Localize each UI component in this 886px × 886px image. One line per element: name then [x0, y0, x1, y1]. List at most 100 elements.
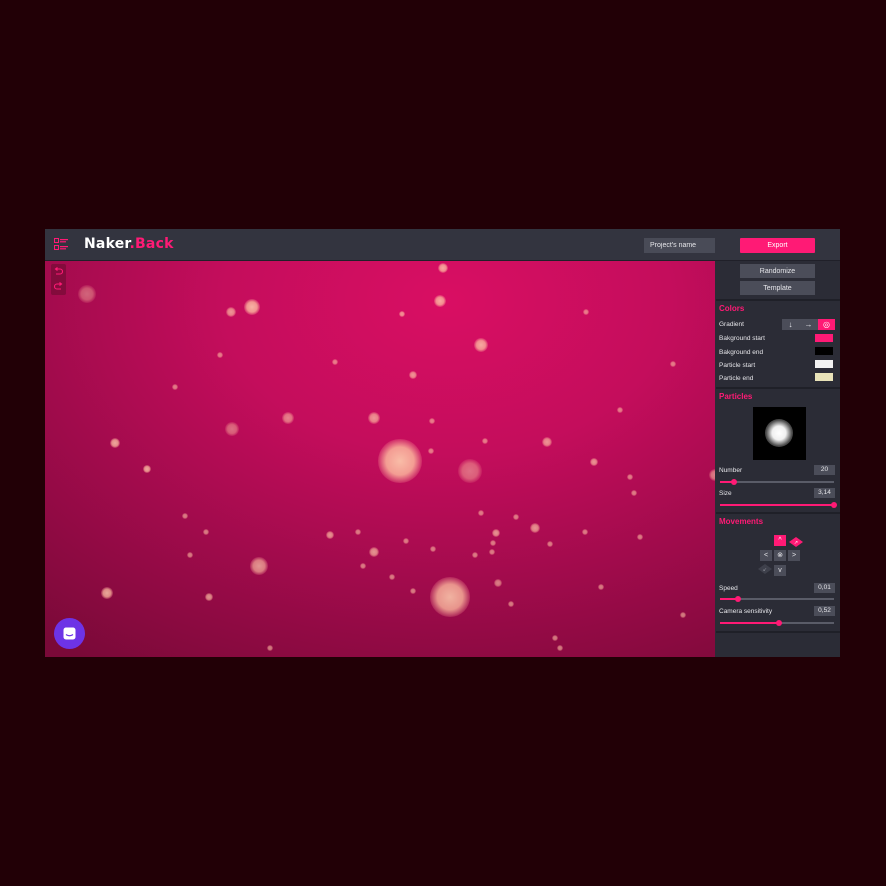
bokeh-particle [203, 529, 209, 535]
number-slider[interactable] [720, 479, 834, 485]
colors-section-title: Colors [719, 304, 745, 313]
section-divider [716, 299, 840, 301]
particle-texture-preview[interactable] [753, 407, 806, 460]
bokeh-particle [250, 557, 268, 575]
bokeh-particle [429, 418, 435, 424]
bokeh-particle [557, 645, 563, 651]
camera-sensitivity-value[interactable]: 0,52 [814, 606, 835, 616]
speed-value[interactable]: 0,01 [814, 583, 835, 593]
size-value[interactable]: 3,14 [814, 488, 835, 498]
section-divider [716, 512, 840, 514]
speed-slider[interactable] [720, 596, 834, 602]
move-left-button[interactable]: < [760, 550, 772, 561]
undo-icon[interactable] [54, 267, 63, 278]
top-bar: Naker.Back Export [45, 229, 840, 261]
bokeh-particle [205, 593, 213, 601]
particle-start-label: Particle start [719, 362, 756, 369]
camera-sensitivity-slider-thumb[interactable] [776, 620, 783, 626]
particle-start-swatch[interactable] [815, 360, 833, 368]
bokeh-particle [410, 588, 416, 594]
export-button[interactable]: Export [740, 238, 815, 253]
move-center-button[interactable]: ⊗ [774, 550, 786, 561]
project-name-input[interactable] [644, 238, 715, 253]
bokeh-particle [226, 307, 236, 317]
section-divider [716, 387, 840, 389]
particle-end-label: Particle end [719, 375, 754, 382]
diagonal-down-left-icon[interactable]: ↙ [757, 563, 773, 575]
preview-canvas[interactable] [45, 261, 715, 657]
camera-sensitivity-slider[interactable] [720, 620, 834, 626]
size-slider-thumb[interactable] [831, 502, 837, 508]
svg-text:↙: ↙ [763, 567, 767, 573]
bokeh-particle [513, 514, 519, 520]
camera-sensitivity-label: Camera sensitivity [719, 608, 773, 615]
bokeh-particle [582, 529, 588, 535]
background-end-swatch[interactable] [815, 347, 833, 355]
settings-panel: Randomize Template Colors Gradient ↓ → ◎… [716, 261, 840, 657]
bokeh-particle [403, 538, 409, 544]
bokeh-particle [472, 552, 478, 558]
bokeh-particle [368, 412, 380, 424]
background-end-label: Bakground end [719, 349, 764, 356]
bokeh-particle [430, 577, 470, 617]
bokeh-particle [217, 352, 223, 358]
background-start-label: Bakground start [719, 335, 765, 342]
bokeh-particle [282, 412, 294, 424]
bokeh-particle [326, 531, 334, 539]
logo-main: Naker [84, 236, 130, 252]
bokeh-particle [670, 361, 676, 367]
size-slider[interactable] [720, 502, 837, 508]
move-up-button[interactable]: ^ [774, 535, 786, 546]
gradient-vertical-button[interactable]: ↓ [782, 319, 799, 330]
move-right-button[interactable]: > [788, 550, 800, 561]
randomize-button[interactable]: Randomize [740, 264, 815, 278]
move-down-button[interactable]: v [774, 565, 786, 576]
bokeh-particle [143, 465, 151, 473]
bokeh-particle [489, 549, 495, 555]
bokeh-particle [101, 587, 113, 599]
bokeh-particle [434, 295, 446, 307]
gradient-horizontal-button[interactable]: → [800, 319, 817, 330]
bokeh-particle [430, 546, 436, 552]
particle-end-swatch[interactable] [815, 373, 833, 381]
bokeh-particle [409, 371, 417, 379]
bokeh-particle [332, 359, 338, 365]
redo-icon[interactable] [54, 281, 63, 292]
app-logo: Naker.Back [84, 236, 174, 252]
gradient-radial-button[interactable]: ◎ [818, 319, 835, 330]
template-button[interactable]: Template [740, 281, 815, 295]
svg-text:↗: ↗ [794, 540, 798, 546]
bokeh-particle [172, 384, 178, 390]
section-divider [716, 631, 840, 633]
chat-icon [63, 627, 76, 640]
bokeh-particle [547, 541, 553, 547]
bokeh-particle [492, 529, 500, 537]
bokeh-particle [378, 439, 422, 483]
bokeh-particle [627, 474, 633, 480]
bokeh-particle [637, 534, 643, 540]
chat-button[interactable] [54, 618, 85, 649]
logo-accent: Back [135, 236, 174, 252]
history-controls [51, 264, 66, 295]
number-value[interactable]: 20 [814, 465, 835, 475]
particles-section-title: Particles [719, 392, 753, 401]
bokeh-particle [552, 635, 558, 641]
bokeh-particle [482, 438, 488, 444]
bokeh-particle [508, 601, 514, 607]
bokeh-particle [680, 612, 686, 618]
diagonal-up-right-icon[interactable]: ↗ [788, 536, 804, 548]
number-label: Number [719, 467, 743, 474]
bokeh-particle [399, 311, 405, 317]
number-slider-thumb[interactable] [730, 479, 737, 485]
bokeh-particle [78, 285, 96, 303]
menu-list-icon[interactable] [54, 238, 68, 251]
bokeh-particle [355, 529, 361, 535]
particle-glow [765, 419, 793, 447]
speed-slider-thumb[interactable] [735, 596, 742, 602]
size-label: Size [719, 490, 732, 497]
background-start-swatch[interactable] [815, 334, 833, 342]
movements-section-title: Movements [719, 517, 764, 526]
bokeh-particle [598, 584, 604, 590]
gradient-label: Gradient [719, 321, 744, 328]
bokeh-particle [225, 422, 239, 436]
